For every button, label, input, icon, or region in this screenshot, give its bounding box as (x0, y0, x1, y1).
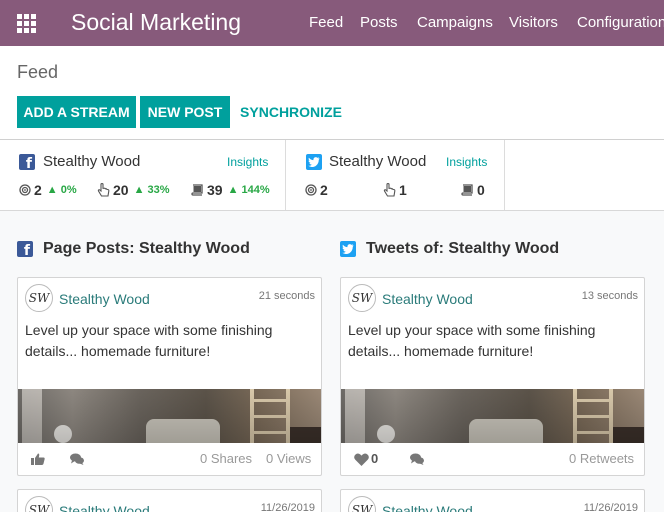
account-name: Stealthy Wood (43, 153, 141, 170)
post-author[interactable]: Stealthy Wood (382, 291, 473, 307)
nav-item-configuration[interactable]: Configuration (577, 14, 664, 31)
post-time: 11/26/2019 (260, 502, 315, 512)
likes-count: 0 (371, 451, 379, 466)
post-image[interactable] (18, 389, 321, 443)
stories-stat: 0 (461, 182, 485, 198)
app-brand[interactable]: Social Marketing (71, 9, 241, 36)
audience-trend: ▲ 0% (46, 184, 77, 196)
post-card[interactable]: SW Stealthy Wood 13 seconds Level up you… (340, 277, 645, 476)
insights-link[interactable]: Insights (227, 155, 268, 169)
twitter-icon (306, 154, 322, 170)
facebook-icon (19, 154, 35, 172)
engagement-stat: 20 ▲ 33% (97, 182, 170, 198)
engagement-trend: ▲ 33% (133, 184, 170, 196)
post-message: Level up your space with some finishing … (25, 322, 273, 359)
pointer-hand-icon (383, 183, 396, 197)
nav-item-feed[interactable]: Feed (309, 14, 343, 31)
post-card[interactable]: SW Stealthy Wood 11/26/2019 (17, 489, 322, 512)
target-icon (19, 184, 31, 196)
twitter-icon (340, 241, 356, 257)
post-footer: 0 Shares 0 Views (18, 443, 321, 475)
pointer-hand-icon (97, 183, 110, 197)
stories-value: 0 (477, 182, 485, 198)
stream-title-facebook: Page Posts: Stealthy Wood (17, 240, 250, 259)
post-card[interactable]: SW Stealthy Wood 21 seconds Level up you… (17, 277, 322, 476)
post-time: 11/26/2019 (583, 502, 638, 512)
post-time: 21 seconds (258, 290, 315, 302)
stream-title-twitter: Tweets of: Stealthy Wood (340, 240, 559, 258)
heart-icon[interactable] (354, 453, 369, 466)
audience-stat: 2 ▲ 0% (19, 182, 77, 198)
engagement-stat: 1 (383, 182, 407, 198)
apps-grid-icon[interactable] (17, 14, 36, 33)
retweets-count: 0 Retweets (569, 451, 635, 466)
stories-trend: ▲ 144% (227, 184, 270, 196)
page-title: Feed (17, 62, 59, 82)
post-image[interactable] (341, 389, 644, 443)
post-time: 13 seconds (581, 290, 638, 302)
insights-link[interactable]: Insights (446, 155, 487, 169)
shares-count: 0 Shares (200, 451, 253, 466)
post-message: Level up your space with some finishing … (348, 322, 596, 359)
thumbs-up-icon[interactable] (31, 453, 45, 465)
post-author[interactable]: Stealthy Wood (59, 503, 150, 512)
top-navbar: Social Marketing Feed Posts Campaigns Vi… (0, 0, 664, 46)
nav-item-visitors[interactable]: Visitors (509, 14, 558, 31)
audience-stat: 2 (305, 182, 328, 198)
account-stats-twitter: Stealthy Wood Insights 2 1 0 (286, 140, 505, 210)
add-stream-button[interactable]: ADD A STREAM (17, 96, 136, 128)
comments-icon[interactable] (70, 453, 84, 465)
audience-value: 2 (320, 182, 328, 198)
audience-value: 2 (34, 182, 42, 198)
avatar: SW (25, 496, 53, 512)
book-icon (461, 184, 473, 196)
nav-item-posts[interactable]: Posts (360, 14, 398, 31)
nav-item-campaigns[interactable]: Campaigns (417, 14, 493, 31)
post-author[interactable]: Stealthy Wood (59, 291, 150, 307)
stories-value: 39 (207, 182, 223, 198)
avatar: SW (348, 284, 376, 312)
facebook-icon (17, 241, 33, 259)
stories-stat: 39 ▲ 144% (191, 182, 270, 198)
book-icon (191, 184, 203, 196)
post-card[interactable]: SW Stealthy Wood 11/26/2019 (340, 489, 645, 512)
target-icon (305, 184, 317, 196)
account-stats-facebook: Stealthy Wood Insights 2 ▲ 0% 20 ▲ 33% 3… (0, 140, 286, 210)
avatar: SW (348, 496, 376, 512)
synchronize-button[interactable]: SYNCHRONIZE (238, 96, 344, 128)
account-name: Stealthy Wood (329, 153, 427, 170)
comments-icon[interactable] (410, 453, 424, 465)
new-post-button[interactable]: NEW POST (140, 96, 230, 128)
engagement-value: 1 (399, 182, 407, 198)
views-count: 0 Views (266, 451, 312, 466)
post-author[interactable]: Stealthy Wood (382, 503, 473, 512)
engagement-value: 20 (113, 182, 129, 198)
avatar: SW (25, 284, 53, 312)
post-footer: 0 0 Retweets (341, 443, 644, 475)
